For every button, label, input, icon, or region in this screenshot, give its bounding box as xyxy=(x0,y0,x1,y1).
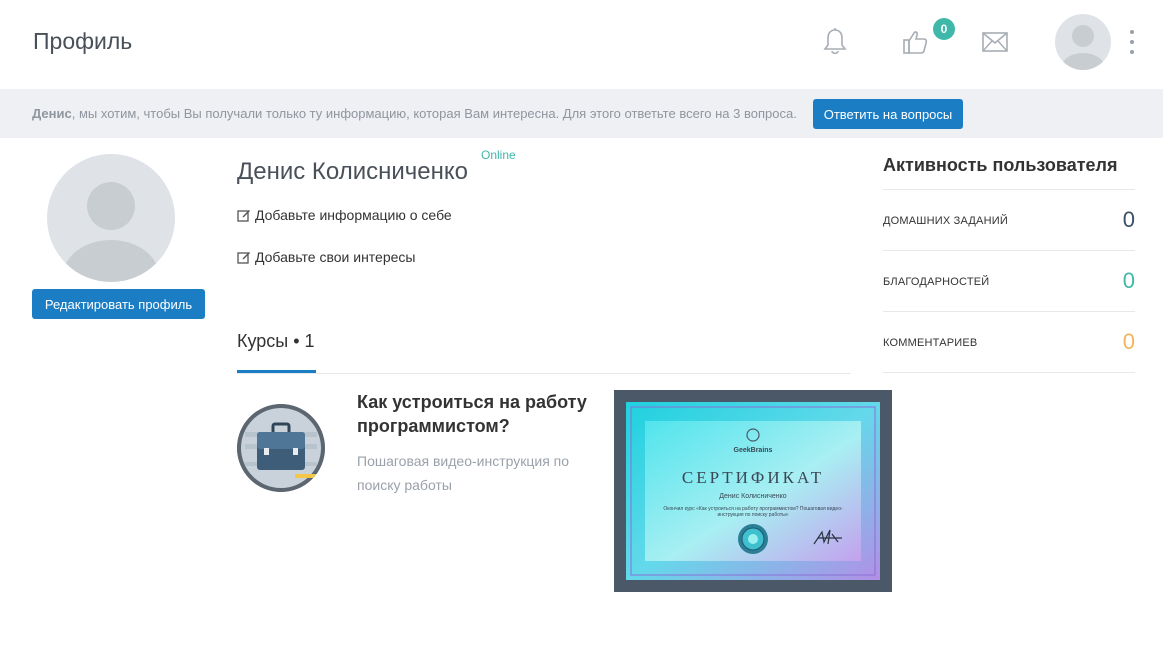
thumbs-up-icon[interactable] xyxy=(897,24,933,60)
top-header: Профиль 0 xyxy=(0,0,1163,89)
activity-divider xyxy=(883,372,1135,373)
edit-icon xyxy=(237,252,250,264)
add-info-label: Добавьте информацию о себе xyxy=(255,207,452,223)
envelope-icon[interactable] xyxy=(977,24,1013,60)
briefcase-icon xyxy=(237,404,325,492)
profile-avatar xyxy=(47,154,175,282)
certificate-text: Окончил курс «Как устроиться на работу п… xyxy=(663,506,843,518)
answer-questions-button[interactable]: Ответить на вопросы xyxy=(813,99,963,129)
certificate-recipient: Денис Колисниченко xyxy=(719,493,787,500)
activity-comments-value: 0 xyxy=(1122,329,1135,354)
kebab-menu-icon[interactable] xyxy=(1124,30,1140,54)
online-status: Online xyxy=(481,148,516,162)
activity-divider xyxy=(883,311,1135,312)
certificate-image[interactable]: GeekBrains СЕРТИФИКАТ Денис Колисниченко… xyxy=(614,390,892,592)
questions-notice-bar: Денис, мы хотим, чтобы Вы получали тольк… xyxy=(0,89,1163,138)
tab-divider xyxy=(237,373,851,374)
likes-count-badge: 0 xyxy=(933,18,955,40)
activity-homework-value: 0 xyxy=(1122,207,1135,232)
tab-courses[interactable]: Курсы • 1 xyxy=(237,331,315,352)
avatar-placeholder-icon xyxy=(1061,25,1105,70)
signature-icon xyxy=(813,529,842,545)
certificate-brand: GeekBrains xyxy=(733,447,773,454)
activity-comments-label: КОММЕНТАРИЕВ xyxy=(883,337,978,349)
activity-divider xyxy=(883,250,1135,251)
course-description: Пошаговая видео-инструкция по поиску раб… xyxy=(357,453,570,493)
activity-divider xyxy=(883,189,1135,190)
add-info-link[interactable]: Добавьте информацию о себе xyxy=(237,207,452,223)
page-title: Профиль xyxy=(33,28,133,54)
user-name: Денис Колисниченко xyxy=(237,158,469,185)
avatar-placeholder-icon xyxy=(63,182,159,282)
certificate-heading: СЕРТИФИКАТ xyxy=(681,468,825,487)
user-avatar[interactable] xyxy=(1055,14,1111,70)
notice-message: , мы хотим, чтобы Вы получали только ту … xyxy=(71,106,797,121)
edit-profile-button[interactable]: Редактировать профиль xyxy=(32,289,205,319)
activity-thanks-value: 0 xyxy=(1122,268,1135,293)
bell-icon[interactable] xyxy=(817,24,853,60)
activity-title: Активность пользователя xyxy=(883,155,1118,175)
add-interests-link[interactable]: Добавьте свои интересы xyxy=(237,249,415,265)
notice-text: Денис, мы хотим, чтобы Вы получали тольк… xyxy=(32,106,797,121)
course-title[interactable]: Как устроиться на работу программистом? xyxy=(357,390,597,438)
edit-icon xyxy=(237,210,250,222)
course-thumbnail[interactable] xyxy=(237,404,325,492)
certificate-seal-icon xyxy=(738,524,768,554)
activity-homework-label: ДОМАШНИХ ЗАДАНИЙ xyxy=(883,215,1008,227)
notice-user-name: Денис xyxy=(32,106,72,121)
add-interests-label: Добавьте свои интересы xyxy=(255,249,416,265)
activity-thanks-label: БЛАГОДАРНОСТЕЙ xyxy=(883,276,990,288)
